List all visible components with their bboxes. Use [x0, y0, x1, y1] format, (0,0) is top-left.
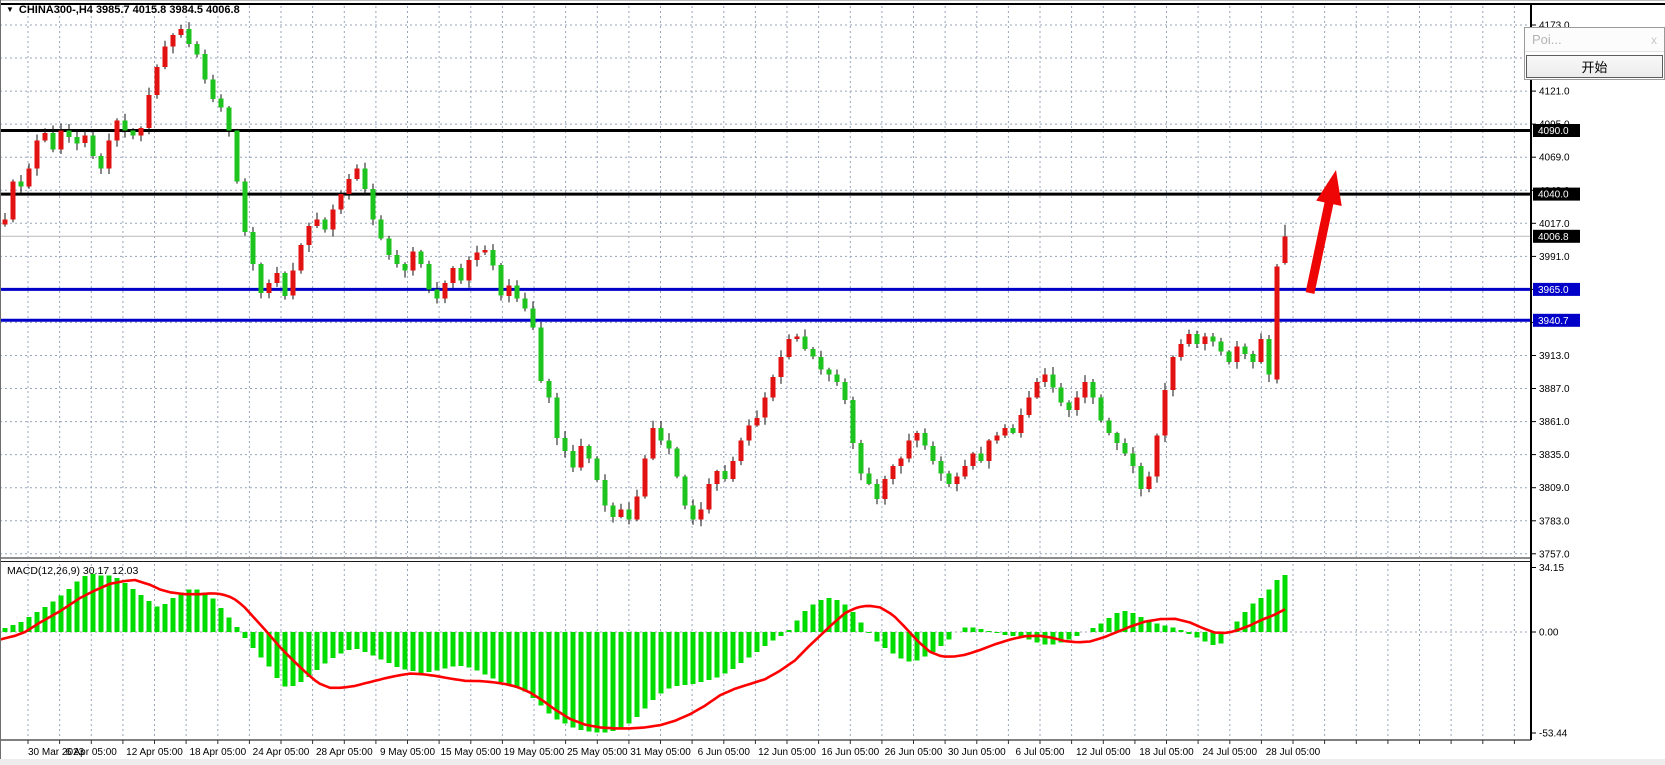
macd-indicator-label: MACD(12,26,9) 30.17 12.03: [7, 565, 138, 577]
popup-title-bar[interactable]: Poi... x: [1525, 28, 1664, 52]
symbol-ohlc-title: ▼ CHINA300-,H4 3985.7 4015.8 3984.5 4006…: [6, 4, 240, 16]
mt4-chart-window: 4173.04147.04121.04095.04069.04043.04017…: [0, 0, 1665, 765]
close-icon[interactable]: x: [1651, 33, 1657, 47]
symbol-ohlc-text: CHINA300-,H4 3985.7 4015.8 3984.5 4006.8: [19, 4, 240, 16]
price-axis[interactable]: [1533, 10, 1665, 740]
date-axis[interactable]: [0, 740, 1665, 765]
start-button[interactable]: 开始: [1526, 55, 1663, 78]
script-popup-window[interactable]: Poi... x 开始: [1524, 27, 1665, 80]
chevron-down-icon[interactable]: ▼: [6, 5, 14, 15]
main-chart-area[interactable]: [0, 10, 1531, 558]
popup-title: Poi...: [1532, 32, 1562, 47]
macd-panel[interactable]: [0, 563, 1531, 740]
